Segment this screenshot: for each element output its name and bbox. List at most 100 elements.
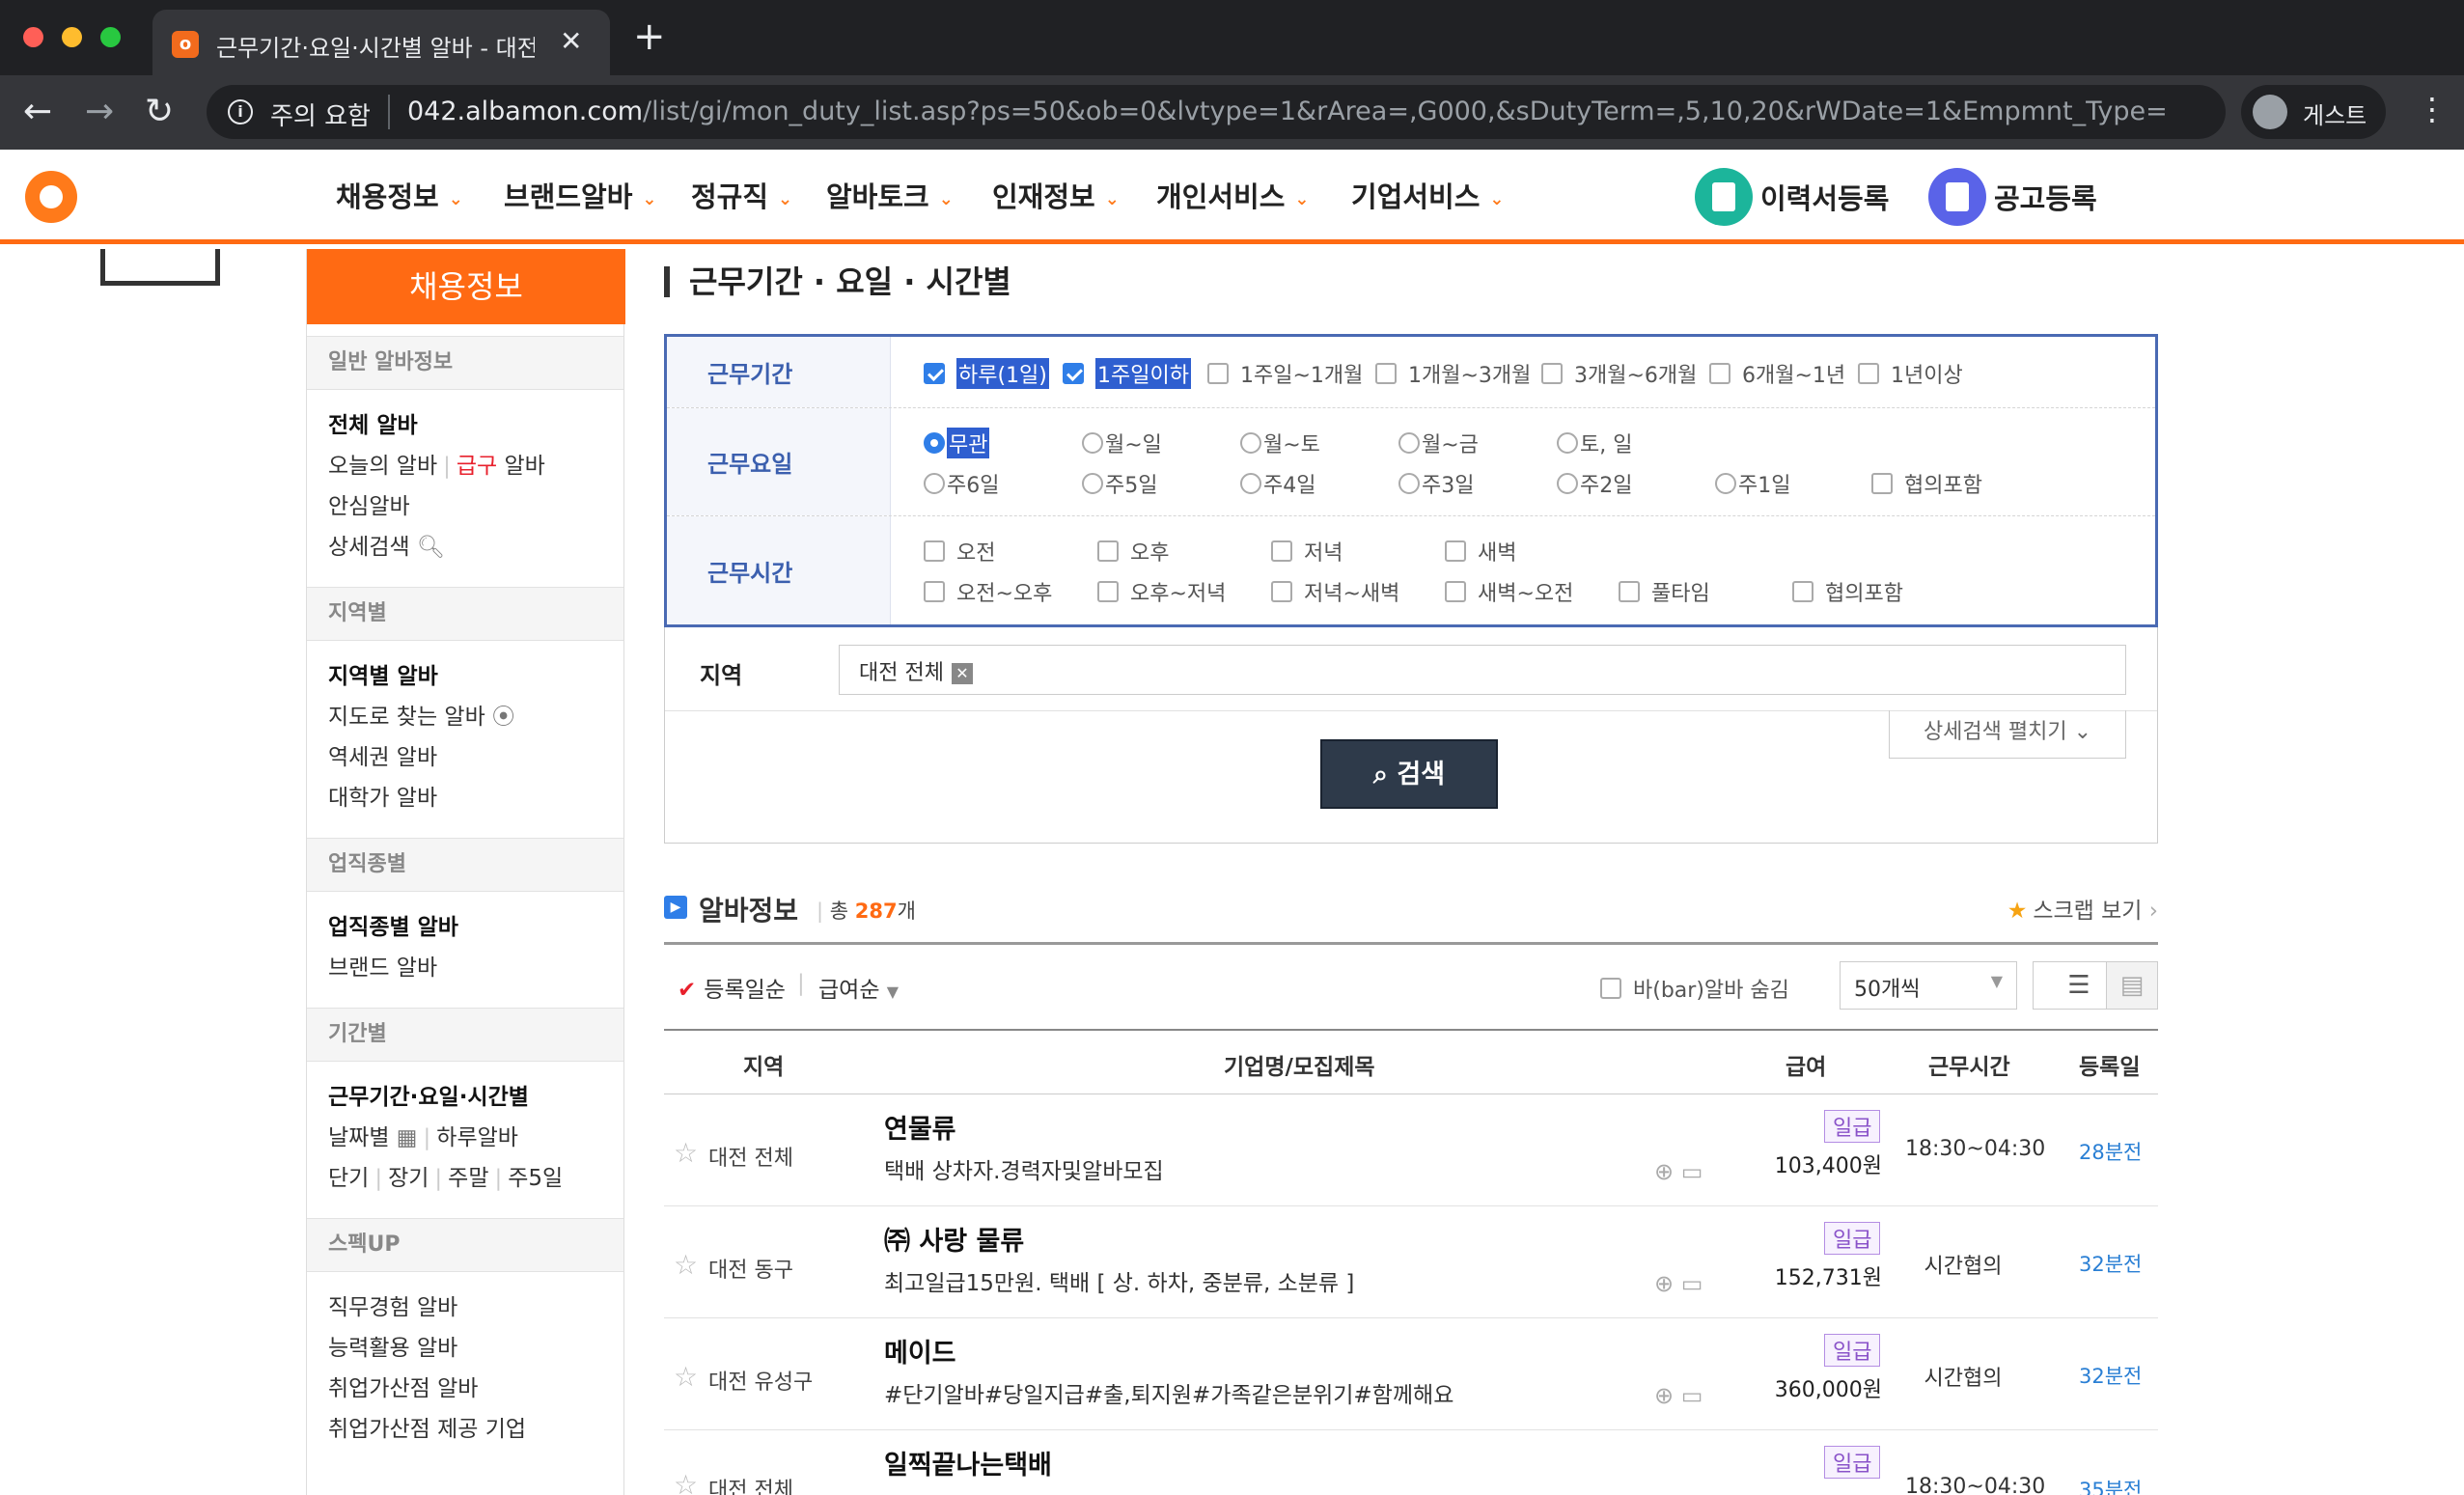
back-icon[interactable]: ← [23, 91, 52, 133]
checkbox[interactable] [1619, 581, 1640, 602]
checkbox[interactable] [1271, 581, 1292, 602]
time-option[interactable]: 협의포함 [1792, 576, 1903, 607]
address-bar[interactable]: i 주의 요함 042.albamon.com/list/gi/mon_duty… [207, 85, 2226, 139]
checkbox[interactable] [1375, 363, 1397, 384]
sidebar-item-detail-search[interactable]: 상세검색 🔍︎ [328, 527, 602, 568]
sidebar-item-weekend[interactable]: 주말 [448, 1166, 488, 1191]
period-option[interactable]: 1개월~3개월 [1375, 358, 1531, 389]
checkbox[interactable] [1541, 363, 1563, 384]
period-option[interactable]: 1주일이하 [1063, 358, 1191, 389]
sidebar-item-duty[interactable]: 근무기간·요일·시간별 [328, 1077, 602, 1118]
time-option[interactable]: 오후 [1097, 536, 1169, 567]
sidebar-item-map[interactable]: 지도로 찾는 알바 ⦿ [328, 697, 602, 737]
plus-icon[interactable]: + [633, 17, 666, 56]
checkbox[interactable] [1097, 540, 1119, 562]
nav-fulltime[interactable]: 정규직 ⌄ [691, 175, 792, 215]
nav-brand[interactable]: 브랜드알바 ⌄ [504, 175, 657, 215]
browser-tab[interactable]: o 근무기간·요일·시간별 알바 - 대전 알바 ✕ [152, 10, 610, 75]
time-option[interactable]: 풀타임 [1619, 576, 1710, 607]
sidebar-item-safe[interactable]: 안심알바 [328, 486, 602, 527]
forward-icon[interactable]: → [85, 91, 114, 133]
sort-by-pay[interactable]: 급여순 ▼ [818, 971, 899, 1004]
per-page-select[interactable]: 50개씩 ▼ [1840, 961, 2017, 1010]
remove-tag-icon[interactable]: ✕ [951, 663, 973, 684]
radio[interactable] [1557, 432, 1578, 454]
checkbox[interactable] [1709, 363, 1730, 384]
sidebar-item-oneday[interactable]: 하루알바 [436, 1125, 518, 1150]
zoom-icon[interactable]: ⊕ [1654, 1382, 1674, 1409]
window-zoom-dot[interactable] [100, 27, 121, 47]
star-icon[interactable]: ☆ [674, 1361, 698, 1393]
close-icon[interactable]: ✕ [560, 25, 582, 57]
sidebar-item-brand[interactable]: 브랜드 알바 [328, 948, 602, 988]
hide-bar-jobs-option[interactable]: 바(bar)알바 숨김 [1600, 973, 1789, 1004]
period-option[interactable]: 하루(1일) [924, 358, 1049, 389]
sidebar-item-date[interactable]: 날짜별 [328, 1125, 389, 1150]
star-icon[interactable]: ☆ [674, 1469, 698, 1495]
security-label[interactable]: 주의 요함 [270, 97, 371, 132]
checkbox[interactable] [1207, 363, 1229, 384]
period-option[interactable]: 3개월~6개월 [1541, 358, 1697, 389]
table-row[interactable]: ☆ 대전 전체 연물류 택배 상차자.경력자및알바모집 ⊕ ▭ 일급 103,4… [664, 1094, 2158, 1206]
time-option[interactable]: 오전~오후 [924, 576, 1052, 607]
nav-talent[interactable]: 인재정보 ⌄ [992, 175, 1120, 215]
resume-register-button[interactable]: 이력서등록 [1695, 167, 1889, 227]
albamon-logo[interactable] [25, 171, 77, 223]
sidebar-item-5days[interactable]: 주5일 [508, 1166, 563, 1191]
time-option[interactable]: 새벽 [1445, 536, 1516, 567]
star-icon[interactable]: ☆ [674, 1137, 698, 1169]
days-option[interactable]: 월~금 [1398, 428, 1479, 458]
sidebar-item-all[interactable]: 전체 알바 [328, 405, 602, 446]
card-view-button[interactable]: ▤ [2106, 961, 2158, 1010]
window-icon[interactable]: ▭ [1681, 1270, 1703, 1297]
sidebar-item-jobtype[interactable]: 업직종별 알바 [328, 907, 602, 948]
days-option[interactable]: 협의포함 [1871, 468, 1982, 499]
radio[interactable] [924, 432, 945, 454]
days-option[interactable]: 토, 일 [1557, 428, 1632, 458]
sidebar-item-station[interactable]: 역세권 알바 [328, 737, 602, 778]
checkbox[interactable] [1858, 363, 1879, 384]
menu-icon[interactable]: ⋮ [2417, 91, 2448, 127]
region-input[interactable]: 대전 전체 ✕ [839, 645, 2126, 695]
radio[interactable] [1398, 473, 1420, 494]
window-minimize-dot[interactable] [62, 27, 82, 47]
window-icon[interactable]: ▭ [1681, 1382, 1703, 1409]
row-title[interactable]: #단기알바#당일지급#출,퇴지원#가족같은분위기#함께해요 [884, 1376, 1453, 1409]
row-company[interactable]: 메이드 [884, 1332, 956, 1370]
zoom-icon[interactable]: ⊕ [1654, 1158, 1674, 1185]
days-option[interactable]: 주4일 [1240, 468, 1315, 499]
nav-personal[interactable]: 개인서비스 ⌄ [1156, 175, 1310, 215]
radio[interactable] [1082, 432, 1103, 454]
sidebar-item-urgent-suffix[interactable]: 알바 [505, 454, 545, 479]
checkbox[interactable] [1600, 978, 1621, 999]
scrap-view-link[interactable]: ★ 스크랩 보기 › [2007, 892, 2158, 925]
sidebar-item-region[interactable]: 지역별 알바 [328, 656, 602, 697]
row-company[interactable]: 일찍끝나는택배 [884, 1444, 1052, 1481]
sidebar-item-today[interactable]: 오늘의 알바 [328, 454, 437, 479]
days-option[interactable]: 주6일 [924, 468, 999, 499]
row-title[interactable]: 최고일급15만원. 택배 [ 상. 하차, 중분류, 소분류 ] [884, 1264, 1354, 1297]
days-option[interactable]: 주2일 [1557, 468, 1632, 499]
sidebar-item-urgent[interactable]: 급구 [457, 454, 497, 479]
checkbox[interactable] [924, 540, 945, 562]
zoom-icon[interactable]: ⊕ [1654, 1270, 1674, 1297]
radio[interactable] [1240, 473, 1261, 494]
row-company[interactable]: 연물류 [884, 1108, 956, 1146]
sidebar-item-bonus-company[interactable]: 취업가산점 제공 기업 [328, 1409, 602, 1450]
star-icon[interactable]: ☆ [674, 1249, 698, 1281]
days-option[interactable]: 무관 [924, 428, 990, 458]
sort-by-date[interactable]: ✔ 등록일순 [678, 971, 786, 1004]
days-option[interactable]: 주1일 [1715, 468, 1790, 499]
checkbox[interactable] [1445, 581, 1466, 602]
sidebar-item-bonus[interactable]: 취업가산점 알바 [328, 1369, 602, 1409]
nav-talk[interactable]: 알바토크 ⌄ [826, 175, 954, 215]
search-button[interactable]: ⌕ 검색 [1320, 739, 1498, 809]
table-row[interactable]: ☆ 대전 동구 ㈜ 사랑 물류 최고일급15만원. 택배 [ 상. 하차, 중분… [664, 1206, 2158, 1318]
checkbox[interactable] [1063, 363, 1084, 384]
window-close-dot[interactable] [23, 27, 43, 47]
radio[interactable] [1082, 473, 1103, 494]
post-register-button[interactable]: 공고등록 [1928, 167, 2097, 227]
period-option[interactable]: 1년이상 [1858, 358, 1963, 389]
time-option[interactable]: 오전 [924, 536, 995, 567]
radio[interactable] [1715, 473, 1736, 494]
